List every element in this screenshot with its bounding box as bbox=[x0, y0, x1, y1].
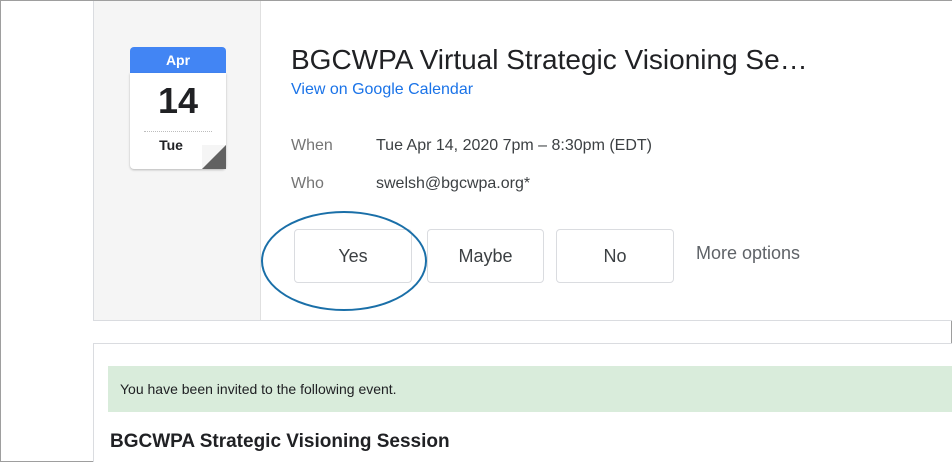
when-label: When bbox=[291, 137, 333, 154]
rsvp-yes-button[interactable]: Yes bbox=[294, 229, 412, 283]
calendar-date-icon: Apr 14 Tue bbox=[130, 47, 226, 169]
rsvp-no-button[interactable]: No bbox=[556, 229, 674, 283]
calendar-weekday: Tue bbox=[159, 137, 183, 153]
invitation-banner-text: You have been invited to the following e… bbox=[120, 381, 397, 397]
calendar-page: 14 Tue bbox=[130, 73, 226, 169]
calendar-divider bbox=[144, 131, 212, 132]
who-label: Who bbox=[291, 175, 324, 192]
event-card: Apr 14 Tue BGCWPA Virtual Strategic Visi… bbox=[93, 1, 952, 321]
who-value: swelsh@bgcwpa.org* bbox=[376, 175, 531, 192]
invitation-event-name: BGCWPA Strategic Visioning Session bbox=[110, 431, 450, 452]
calendar-month: Apr bbox=[130, 47, 226, 73]
when-value: Tue Apr 14, 2020 7pm – 8:30pm (EDT) bbox=[376, 137, 652, 154]
email-frame: Apr 14 Tue BGCWPA Virtual Strategic Visi… bbox=[0, 0, 952, 462]
calendar-day: 14 bbox=[157, 80, 199, 121]
rsvp-maybe-button[interactable]: Maybe bbox=[427, 229, 544, 283]
view-on-google-calendar-link[interactable]: View on Google Calendar bbox=[291, 81, 473, 99]
event-title: BGCWPA Virtual Strategic Visioning Se… bbox=[291, 44, 808, 75]
invitation-banner: You have been invited to the following e… bbox=[108, 366, 952, 412]
event-card-sidebar: Apr 14 Tue bbox=[94, 1, 261, 320]
invitation-panel: You have been invited to the following e… bbox=[93, 343, 952, 462]
page-curl-icon bbox=[202, 145, 226, 169]
more-options-button[interactable]: More options bbox=[696, 243, 800, 264]
